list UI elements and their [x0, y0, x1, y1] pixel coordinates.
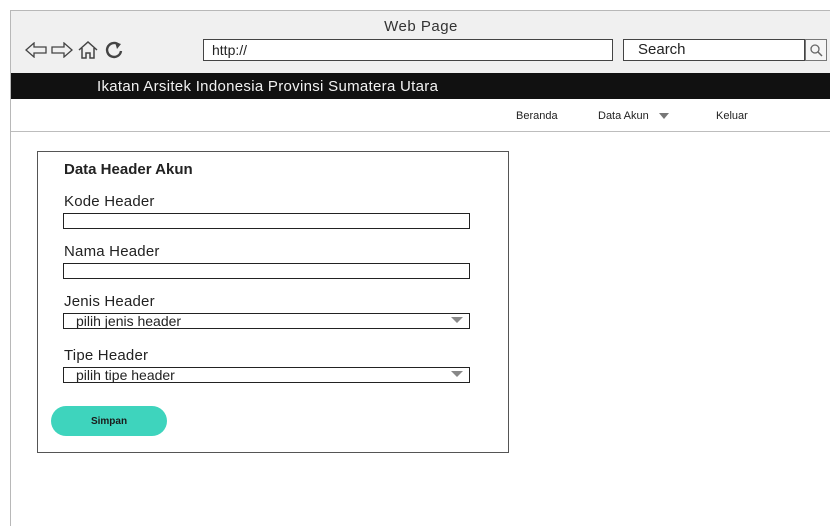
search-input[interactable]: Search [623, 39, 805, 61]
site-brand: Ikatan Arsitek Indonesia Provinsi Sumate… [97, 78, 439, 95]
kode-header-label: Kode Header [64, 193, 155, 210]
menu-item-keluar[interactable]: Keluar [716, 110, 748, 122]
chevron-down-icon [658, 113, 669, 119]
menu-item-beranda[interactable]: Beranda [516, 110, 558, 122]
home-icon[interactable] [77, 39, 99, 61]
jenis-header-label: Jenis Header [64, 293, 155, 310]
browser-titlebar: Web Page http:// Search [11, 11, 830, 73]
form-title: Data Header Akun [64, 161, 193, 178]
form-panel: Data Header Akun Kode Header Nama Header… [37, 151, 509, 453]
menu-item-data-akun[interactable]: Data Akun [598, 110, 669, 122]
tipe-header-label: Tipe Header [64, 347, 149, 364]
refresh-icon[interactable] [103, 39, 125, 61]
jenis-header-select[interactable]: pilih jenis header [63, 313, 470, 329]
browser-window: Web Page http:// Search Ikatan Arsitek I… [10, 10, 830, 526]
jenis-header-selected: pilih jenis header [76, 313, 182, 329]
kode-header-input[interactable] [63, 213, 470, 229]
search-button[interactable] [805, 39, 827, 61]
menu-item-label: Data Akun [598, 110, 649, 122]
save-button[interactable]: Simpan [51, 406, 167, 436]
window-title: Web Page [384, 18, 458, 35]
url-field[interactable]: http:// [203, 39, 613, 61]
search-icon [810, 44, 823, 57]
tipe-header-selected: pilih tipe header [76, 367, 175, 383]
forward-arrow-icon[interactable] [51, 39, 73, 61]
tipe-header-select[interactable]: pilih tipe header [63, 367, 470, 383]
back-arrow-icon[interactable] [25, 39, 47, 61]
main-menu: Beranda Data Akun Keluar [11, 99, 830, 132]
chevron-down-icon [451, 371, 463, 377]
browser-nav-controls [25, 37, 125, 63]
chevron-down-icon [451, 317, 463, 323]
site-header: Ikatan Arsitek Indonesia Provinsi Sumate… [11, 73, 830, 99]
nama-header-input[interactable] [63, 263, 470, 279]
nama-header-label: Nama Header [64, 243, 160, 260]
